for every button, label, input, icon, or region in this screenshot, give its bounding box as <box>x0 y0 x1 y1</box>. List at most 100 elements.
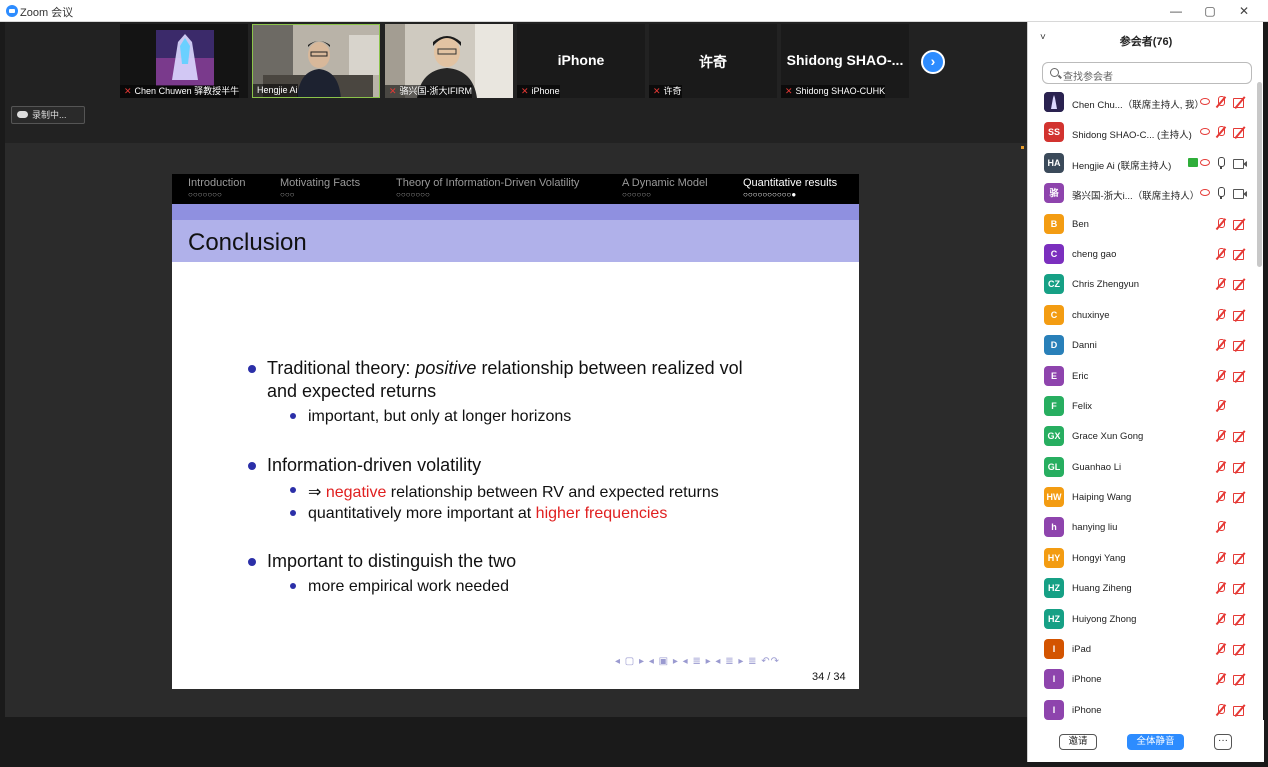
video-tile[interactable]: ✕ Chen Chuwen 驿教授半牛 <box>120 24 248 98</box>
invite-button[interactable]: 邀请 <box>1059 734 1097 750</box>
video-tile[interactable]: Shidong SHAO-... ✕ Shidong SHAO-CUHK <box>781 24 909 98</box>
microphone-muted-icon[interactable] <box>1215 643 1227 656</box>
participant-search-input[interactable]: 查找参会者 <box>1042 62 1252 84</box>
tile-name: Chen Chuwen 驿教授半牛 <box>134 86 240 96</box>
camera-icon[interactable] <box>1233 188 1247 200</box>
participant-row[interactable]: B Ben <box>1028 210 1258 240</box>
participant-row[interactable]: HA Hengjie Ai (联席主持人) <box>1028 149 1258 179</box>
camera-icon[interactable] <box>1233 158 1247 169</box>
microphone-muted-icon[interactable] <box>1215 339 1227 352</box>
mute-all-button[interactable]: 全体静音 <box>1127 734 1184 750</box>
beamer-navigation-symbols[interactable]: ◂ ▢ ▸ ◂ ▣ ▸ ◂ ≣ ▸ ◂ ≣ ▸ ≣ ↶↷ <box>615 656 780 667</box>
nav-section-theory[interactable]: Theory of Information-Driven Volatility … <box>396 177 579 199</box>
next-page-icon[interactable]: › <box>921 50 945 74</box>
participant-row[interactable]: CZ Chris Zhengyun <box>1028 270 1258 300</box>
camera-off-icon[interactable] <box>1233 583 1247 595</box>
nav-section-dynamic-model[interactable]: A Dynamic Model ○○○○○○ <box>622 177 708 199</box>
avatar: CZ <box>1044 274 1064 295</box>
microphone-muted-icon[interactable] <box>1215 460 1227 474</box>
participant-row[interactable]: HW Haiping Wang <box>1028 483 1258 513</box>
recording-indicator[interactable]: 录制中... <box>11 106 85 124</box>
camera-off-icon[interactable] <box>1233 431 1247 443</box>
microphone-muted-icon[interactable] <box>1215 96 1227 109</box>
microphone-muted-icon[interactable] <box>1215 308 1227 322</box>
participant-row[interactable]: HY Hongyi Yang <box>1028 544 1258 574</box>
video-tile[interactable]: 许奇 ✕ 许奇 <box>649 24 777 98</box>
camera-off-icon[interactable] <box>1233 371 1247 382</box>
maximize-button[interactable]: ▢ <box>1200 3 1220 19</box>
participant-row[interactable]: Chen Chu...（联席主持人, 我） <box>1028 88 1258 118</box>
nav-section-introduction[interactable]: Introduction ○○○○○○○ <box>188 177 245 199</box>
camera-off-icon[interactable] <box>1233 644 1247 656</box>
nav-section-label: Introduction <box>188 177 246 189</box>
mic-muted-icon: ✕ <box>389 86 397 96</box>
camera-off-icon[interactable] <box>1233 219 1247 230</box>
microphone-muted-icon[interactable] <box>1215 673 1227 686</box>
video-tile[interactable]: ✕ 骆兴国-浙大IFIRM <box>385 24 513 98</box>
microphone-muted-icon[interactable] <box>1215 521 1227 534</box>
microphone-muted-icon[interactable] <box>1215 551 1227 565</box>
avatar: I <box>1044 669 1064 690</box>
tile-namebar: ✕ Chen Chuwen 驿教授半牛 <box>120 85 240 98</box>
camera-off-icon[interactable] <box>1233 674 1247 686</box>
camera-off-icon[interactable] <box>1233 279 1247 291</box>
microphone-icon[interactable] <box>1215 156 1227 170</box>
participant-row[interactable]: Ccheng gao <box>1028 240 1258 270</box>
camera-off-icon[interactable] <box>1233 127 1247 139</box>
video-tile[interactable]: iPhone ✕ iPhone <box>517 24 645 98</box>
nav-section-motivating-facts[interactable]: Motivating Facts ○○○ <box>280 177 360 199</box>
more-options-button[interactable]: ··· <box>1214 734 1232 750</box>
bullet-icon <box>248 558 256 566</box>
microphone-muted-icon[interactable] <box>1215 399 1227 413</box>
mic-muted-icon: ✕ <box>521 86 529 96</box>
nav-section-quantitative-results[interactable]: Quantitative results ○○○○○○○○○○● <box>743 177 837 199</box>
participant-list[interactable]: Chen Chu...（联席主持人, 我） SS Shidong SHAO-C...… <box>1028 88 1258 720</box>
participant-row[interactable]: IiPhone <box>1028 696 1258 720</box>
participant-row[interactable]: GL Guanhao Li <box>1028 453 1258 483</box>
camera-off-icon[interactable] <box>1233 614 1247 625</box>
participant-row[interactable]: IiPhone <box>1028 665 1258 695</box>
participant-row[interactable]: GX Grace Xun Gong <box>1028 422 1258 452</box>
nav-section-dots: ○○○○○○○ <box>396 190 430 199</box>
participant-row[interactable]: SS Shidong SHAO-C... (主持人) <box>1028 118 1258 148</box>
camera-off-icon[interactable] <box>1233 340 1247 352</box>
participant-row[interactable]: F Felix <box>1028 392 1258 422</box>
camera-off-icon[interactable] <box>1233 705 1247 716</box>
microphone-muted-icon[interactable] <box>1215 278 1227 291</box>
microphone-muted-icon[interactable] <box>1215 126 1227 139</box>
microphone-muted-icon[interactable] <box>1215 582 1227 595</box>
video-bottom-area <box>5 717 1027 762</box>
microphone-muted-icon[interactable] <box>1215 430 1227 443</box>
participant-row[interactable]: HZ Huang Ziheng <box>1028 574 1258 604</box>
avatar: HZ <box>1044 578 1064 599</box>
close-button[interactable]: ✕ <box>1234 3 1254 19</box>
sub-bullet-text: quantitatively more important at higher … <box>308 505 667 523</box>
microphone-muted-icon[interactable] <box>1215 491 1227 504</box>
participant-row[interactable]: h hanying liu <box>1028 513 1258 543</box>
participant-row[interactable]: D Danni <box>1028 331 1258 361</box>
participant-list-scrollbar[interactable] <box>1257 82 1262 267</box>
participant-row[interactable]: Cchuxinye <box>1028 301 1258 331</box>
participant-row[interactable]: 骆骆兴国-浙大i...（联席主持人） <box>1028 179 1258 209</box>
participant-row[interactable]: HZ Huiyong Zhong <box>1028 605 1258 635</box>
camera-off-icon[interactable] <box>1233 249 1247 260</box>
microphone-muted-icon[interactable] <box>1215 217 1227 231</box>
zoom-app-icon <box>6 5 18 17</box>
microphone-muted-icon[interactable] <box>1215 703 1227 717</box>
camera-off-icon[interactable] <box>1233 310 1247 321</box>
microphone-muted-icon[interactable] <box>1215 612 1227 626</box>
participant-row[interactable]: E Eric <box>1028 362 1258 392</box>
camera-off-icon[interactable] <box>1233 492 1247 504</box>
camera-off-icon[interactable] <box>1233 462 1247 473</box>
avatar: HZ <box>1044 608 1064 629</box>
minimize-button[interactable]: — <box>1166 3 1186 19</box>
video-tile-active[interactable]: Hengjie Ai <box>252 24 380 98</box>
bullet-text: Information-driven volatility <box>267 455 482 475</box>
eye-icon <box>1200 158 1210 166</box>
camera-off-icon[interactable] <box>1233 97 1247 108</box>
participant-row[interactable]: IiPad <box>1028 635 1258 665</box>
microphone-muted-icon[interactable] <box>1215 247 1227 261</box>
camera-off-icon[interactable] <box>1233 553 1247 564</box>
microphone-icon[interactable] <box>1215 187 1227 200</box>
microphone-muted-icon[interactable] <box>1215 369 1227 383</box>
